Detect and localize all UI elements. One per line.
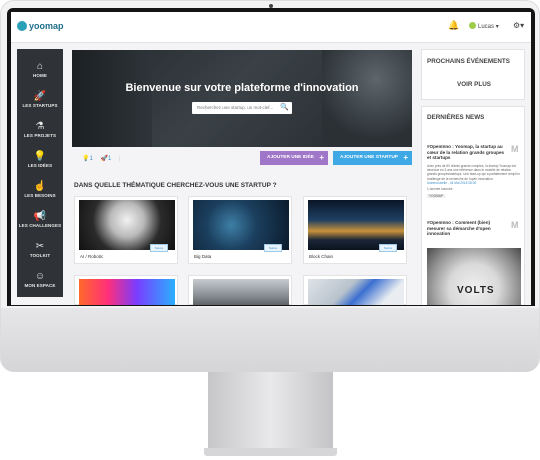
sidebar-item-ideas[interactable]: 💡 LES IDÉES: [17, 151, 63, 168]
theme-label: Big Data: [194, 254, 212, 259]
hero-banner: Bienvenue sur votre plateforme d'innovat…: [72, 50, 412, 147]
sidebar-item-toolkit[interactable]: ✂ TOOLKIT: [17, 241, 63, 258]
theme-image: [193, 200, 289, 250]
plus-icon: +: [403, 153, 408, 162]
divider: |: [119, 156, 121, 162]
events-panel: PROCHAINS ÉVÉNEMENTS VOIR PLUS: [421, 49, 525, 100]
top-bar: yoomap 🔔 Lucas ▾ ⚙▾: [11, 12, 531, 43]
bell-icon[interactable]: 🔔: [448, 20, 459, 31]
follow-badge[interactable]: Suivre: [264, 244, 282, 252]
news-panel: DERNIÈRES NEWS #OpenInno : Yoomap, la st…: [421, 106, 525, 305]
tools-icon: ✂: [35, 241, 45, 252]
avatar: [469, 22, 476, 29]
news-item-tag[interactable]: YOOMAP: [427, 194, 445, 198]
theme-image: [79, 200, 175, 250]
search-icon[interactable]: 🔍: [280, 103, 289, 111]
news-item-title[interactable]: #OpenInno : Comment (bien) mesurer sa dé…: [427, 220, 507, 237]
logo[interactable]: yoomap: [17, 21, 64, 31]
follow-badge[interactable]: Suivre: [379, 244, 397, 252]
monitor-chin: [1, 308, 539, 372]
news-item-reads: 1 donnée sourcée: [427, 187, 453, 191]
user-name: Lucas: [478, 24, 495, 30]
rocket-icon: 🚀: [33, 91, 47, 102]
add-idea-label: AJOUTER UNE IDÉE: [267, 155, 314, 160]
hero-decoration-left: [72, 50, 152, 147]
sidebar-item-challenges[interactable]: 📢 LES CHALLENGES: [17, 211, 63, 228]
sidebar-item-my-space[interactable]: ☺ MON ESPACE: [17, 271, 63, 288]
logo-text: yoomap: [29, 21, 64, 31]
user-icon: ☺: [34, 271, 46, 282]
theme-label: AI / Robotic: [80, 254, 104, 259]
sidebar-item-startups[interactable]: 🚀 LES STARTUPS: [17, 91, 63, 108]
hand-icon: ☝: [33, 181, 47, 192]
theme-card-ai-robotic[interactable]: Suivre AI / Robotic: [74, 196, 178, 264]
monitor-stand-base: [204, 448, 337, 456]
flask-icon: ⚗: [35, 121, 45, 132]
news-title: DERNIÈRES NEWS: [427, 114, 485, 121]
news-item-date: Usinenouvelle - 04 Mai 2018 08:00: [427, 181, 477, 185]
sidebar-item-label: MON ESPACE: [24, 283, 56, 288]
add-startup-button[interactable]: AJOUTER UNE STARTUP +: [333, 151, 412, 165]
follow-badge[interactable]: Suivre: [150, 244, 168, 252]
theme-card[interactable]: [303, 275, 407, 305]
chevron-down-icon: ▾: [495, 24, 499, 30]
sidebar-item-home[interactable]: ⌂ HOME: [17, 61, 63, 78]
theme-card-block-chain[interactable]: Suivre Block Chain: [303, 196, 407, 264]
news-source-logo: M: [511, 220, 519, 230]
idea-counter[interactable]: 💡1: [82, 156, 96, 162]
news-item-body: Avec près de 60 clients grands comptes, …: [427, 164, 521, 181]
theme-card[interactable]: [188, 275, 292, 305]
megaphone-icon: 📢: [33, 211, 47, 222]
monitor-frame: yoomap 🔔 Lucas ▾ ⚙▾ ⌂ HOME 🚀 LES STARTUP…: [0, 0, 540, 372]
events-title: PROCHAINS ÉVÉNEMENTS: [427, 58, 510, 65]
user-menu[interactable]: Lucas ▾: [469, 22, 499, 30]
theme-card-big-data[interactable]: Suivre Big Data: [188, 196, 292, 264]
section-title: DANS QUELLE THÉMATIQUE CHERCHEZ-VOUS UNE…: [74, 182, 277, 189]
sidebar-item-label: LES IDÉES: [27, 163, 53, 168]
sidebar-item-needs[interactable]: ☝ LES BESOINS: [17, 181, 63, 198]
theme-image: [79, 279, 175, 305]
sidebar-item-label: LES PROJETS: [23, 133, 57, 138]
add-idea-button[interactable]: AJOUTER UNE IDÉE +: [260, 151, 328, 165]
news-source-logo: M: [511, 144, 519, 154]
search-input[interactable]: Recherchez une startup, un mot-clef... 🔍: [192, 102, 292, 114]
news-item-title[interactable]: #OpenInno : Yoomap, la startup au cœur d…: [427, 144, 507, 161]
monitor-stand: [208, 372, 333, 450]
hero-title: Bienvenue sur votre plateforme d'innovat…: [125, 82, 359, 94]
news-image-text: VOLTS: [457, 285, 495, 296]
right-column: PROCHAINS ÉVÉNEMENTS VOIR PLUS DERNIÈRES…: [421, 49, 531, 305]
plus-icon: +: [319, 153, 324, 162]
theme-image: [308, 200, 404, 250]
theme-label: Block Chain: [309, 254, 334, 259]
lightbulb-icon: 💡: [33, 151, 47, 162]
sidebar-item-label: LES STARTUPS: [22, 103, 58, 108]
sidebar-item-label: LES CHALLENGES: [18, 223, 62, 228]
logo-icon: [17, 21, 27, 31]
hero-decoration-right: [322, 50, 412, 147]
counters: 💡1 🚀1 |: [82, 155, 124, 162]
search-placeholder: Recherchez une startup, un mot-clef...: [197, 105, 274, 110]
sidebar: ⌂ HOME 🚀 LES STARTUPS ⚗ LES PROJETS 💡 LE…: [17, 49, 63, 297]
see-more-link[interactable]: VOIR PLUS: [422, 81, 526, 88]
sidebar-item-projects[interactable]: ⚗ LES PROJETS: [17, 121, 63, 138]
sidebar-item-label: LES BESOINS: [24, 193, 56, 198]
news-image[interactable]: VOLTS: [427, 248, 521, 305]
add-startup-label: AJOUTER UNE STARTUP: [340, 155, 399, 160]
startup-counter[interactable]: 🚀1: [101, 156, 115, 162]
screen: yoomap 🔔 Lucas ▾ ⚙▾ ⌂ HOME 🚀 LES STARTUP…: [11, 12, 531, 305]
sidebar-item-label: TOOLKIT: [29, 253, 51, 258]
theme-image: [193, 279, 289, 305]
sidebar-item-label: HOME: [33, 73, 47, 78]
theme-image: [308, 279, 404, 305]
gear-icon[interactable]: ⚙▾: [513, 21, 524, 30]
theme-card[interactable]: [74, 275, 178, 305]
home-icon: ⌂: [36, 61, 44, 72]
